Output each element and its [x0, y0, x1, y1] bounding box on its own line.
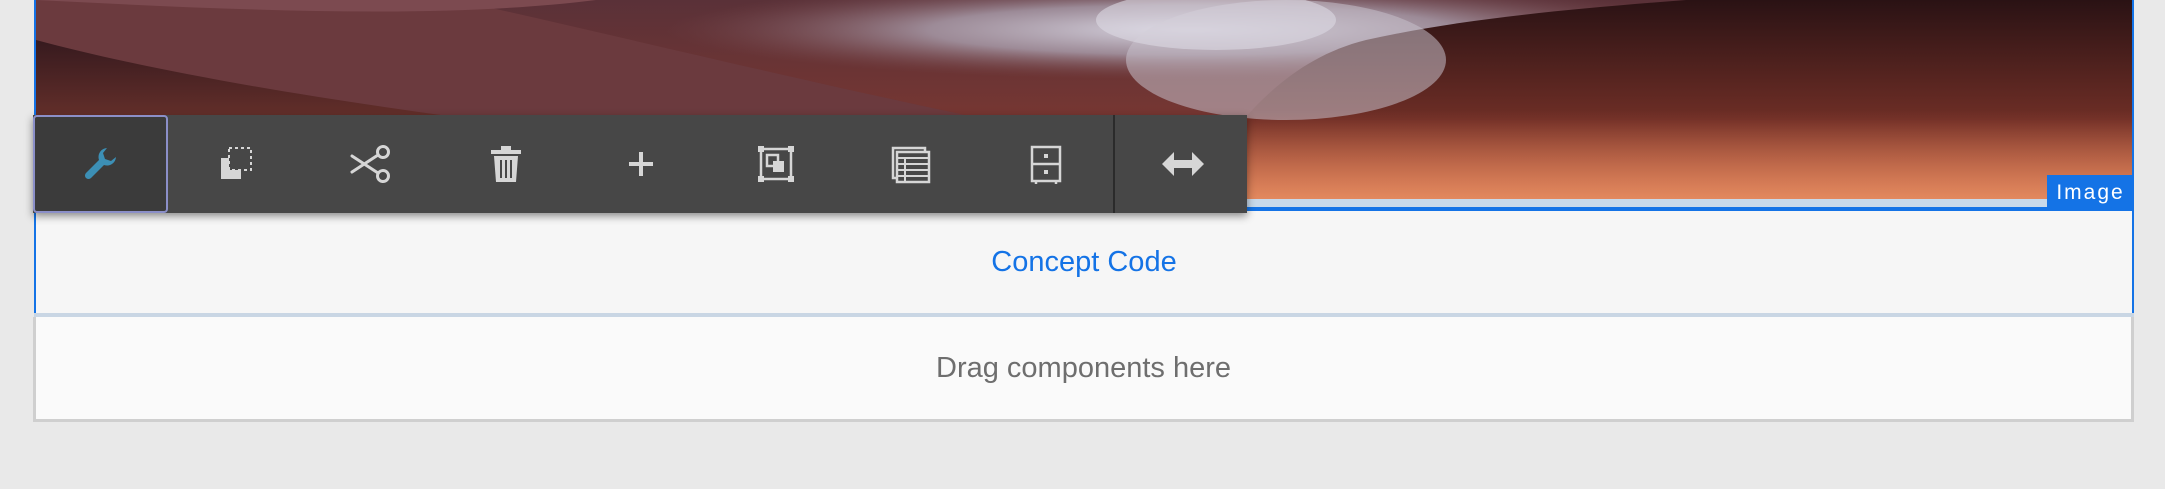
scissors-icon [350, 145, 390, 183]
copy-button[interactable] [168, 115, 303, 213]
group-button[interactable] [708, 115, 843, 213]
drop-zone[interactable]: Drag components here [33, 317, 2134, 422]
resize-button[interactable] [1115, 115, 1250, 213]
resize-horizontal-icon [1161, 152, 1204, 176]
concept-code-text: Concept Code [991, 245, 1177, 278]
layout-button[interactable] [843, 115, 978, 213]
component-toolbar [33, 115, 1247, 213]
plus-icon [628, 152, 653, 176]
delete-button[interactable] [438, 115, 573, 213]
component-type-badge: Image [2047, 175, 2134, 211]
trash-icon [490, 146, 521, 182]
parent-button[interactable] [978, 115, 1113, 213]
cabinet-icon [1030, 145, 1061, 184]
insert-button[interactable] [573, 115, 708, 213]
wrench-icon [84, 148, 116, 180]
cut-button[interactable] [303, 115, 438, 213]
group-icon [757, 146, 794, 182]
text-component[interactable]: Concept Code [34, 211, 2134, 315]
copy-icon [220, 147, 252, 179]
drop-zone-placeholder: Drag components here [936, 351, 1231, 384]
configure-button[interactable] [33, 115, 168, 213]
layout-icon [891, 146, 930, 184]
